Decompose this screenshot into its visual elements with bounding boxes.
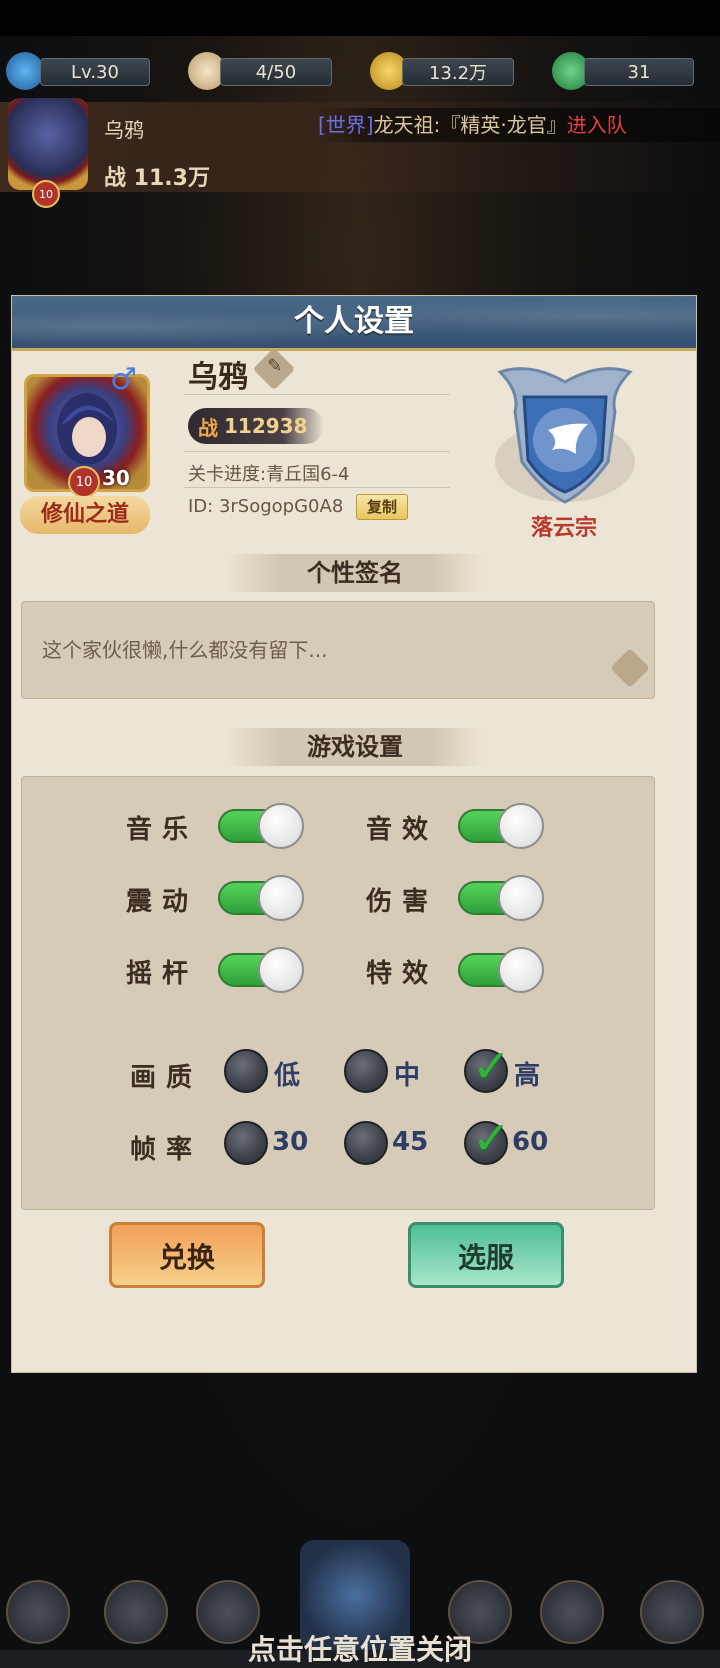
framerate-45-label: 45 [392, 1127, 429, 1157]
hud-power: 战 11.3万 [104, 166, 210, 191]
joystick-toggle[interactable] [218, 947, 304, 993]
hud-avatar-level: 10 [32, 180, 60, 208]
coin-text: 13.2万 [428, 63, 488, 84]
quality-medium-radio[interactable] [344, 1049, 388, 1093]
edit-signature-icon[interactable] [610, 648, 650, 688]
toggle-label-joystick: 摇杆 [126, 959, 199, 989]
jade-display[interactable]: 31 [584, 58, 694, 86]
signature-text: 这个家伙很懒,什么都没有留下... [42, 638, 328, 662]
profile-power: 战 112938 [188, 408, 324, 444]
status-bar [0, 0, 720, 36]
divider [184, 451, 450, 452]
quality-label: 画质 [130, 1063, 203, 1093]
power-value: 112938 [224, 414, 308, 438]
personal-settings-dialog: 个人设置 ♂ 10 30 修仙之道 乌鸦 战 112938 关卡进度:青丘国6-… [11, 295, 697, 1373]
framerate-label: 帧率 [130, 1135, 203, 1165]
divider [184, 394, 450, 395]
level-text: Lv.30 [71, 61, 119, 83]
avatar-level-badge: 10 [68, 466, 100, 498]
copy-id-button[interactable]: 复制 [356, 494, 408, 520]
checkmark-icon: ✓ [472, 1039, 511, 1093]
sect-name: 落云宗 [530, 516, 597, 541]
path-badge[interactable]: 修仙之道 [20, 496, 150, 534]
level-icon [6, 52, 44, 90]
effects-toggle[interactable] [458, 947, 544, 993]
toggle-label-sfx: 音效 [366, 815, 439, 845]
hud-player-name: 乌鸦 [104, 118, 144, 142]
world-chat-message: 龙天祖:『精英·龙官』 [373, 113, 567, 137]
divider [184, 487, 450, 488]
quality-high-label: 高 [514, 1061, 541, 1091]
power-prefix: 战 [198, 415, 218, 440]
profile-name: 乌鸦 [188, 360, 248, 395]
world-chat-ticker[interactable]: [世界]龙天祖:『精英·龙官』进入队 [318, 108, 720, 142]
select-server-button[interactable]: 选服 [408, 1222, 564, 1288]
framerate-60-label: 60 [512, 1127, 549, 1157]
signature-box[interactable]: 这个家伙很懒,什么都没有留下... [21, 601, 655, 699]
hud-avatar[interactable] [8, 98, 88, 190]
framerate-30-label: 30 [272, 1127, 309, 1157]
framerate-45-radio[interactable] [344, 1121, 388, 1165]
sfx-toggle[interactable] [458, 803, 544, 849]
quality-low-label: 低 [274, 1061, 301, 1091]
quality-medium-label: 中 [394, 1061, 421, 1091]
stamina-display[interactable]: 4/50 [220, 58, 332, 86]
music-toggle[interactable] [218, 803, 304, 849]
toggle-label-vibration: 震动 [126, 887, 199, 917]
close-hint: 点击任意位置关闭 [247, 1633, 472, 1666]
jade-text: 31 [627, 61, 651, 83]
vibration-toggle[interactable] [218, 875, 304, 921]
world-chat-link[interactable]: 进入队 [567, 113, 627, 137]
level-display: Lv.30 [40, 58, 150, 86]
framerate-60-radio[interactable]: ✓ [464, 1111, 511, 1165]
world-chat-tag: [世界] [318, 113, 374, 137]
signature-heading: 个性签名 [228, 554, 482, 592]
toggle-label-damage: 伤害 [366, 887, 439, 917]
toggle-label-effects: 特效 [366, 959, 439, 989]
coin-display[interactable]: 13.2万 [402, 58, 514, 86]
edit-name-icon[interactable] [252, 347, 296, 391]
game-settings-panel: 音乐 音效 震动 伤害 摇杆 特效 画质 低 中 ✓ 高 帧率 30 45 ✓ … [21, 776, 655, 1210]
toggle-label-music: 音乐 [126, 815, 199, 845]
stage-progress: 关卡进度:青丘国6-4 [188, 464, 350, 485]
checkmark-icon: ✓ [472, 1111, 511, 1165]
exchange-button[interactable]: 兑换 [109, 1222, 265, 1288]
quality-high-radio[interactable]: ✓ [464, 1039, 511, 1093]
avatar-stars-count: 30 [102, 466, 130, 490]
gender-male-icon: ♂ [110, 362, 137, 397]
framerate-30-radio[interactable] [224, 1121, 268, 1165]
sect-emblem-icon[interactable] [490, 352, 640, 508]
damage-toggle[interactable] [458, 875, 544, 921]
stamina-text: 4/50 [255, 61, 297, 83]
quality-low-radio[interactable] [224, 1049, 268, 1093]
game-settings-heading: 游戏设置 [228, 728, 482, 766]
dialog-title: 个人设置 [294, 304, 414, 339]
dialog-header: 个人设置 [12, 296, 696, 351]
player-id: ID: 3rSogopG0A8 [188, 496, 344, 517]
